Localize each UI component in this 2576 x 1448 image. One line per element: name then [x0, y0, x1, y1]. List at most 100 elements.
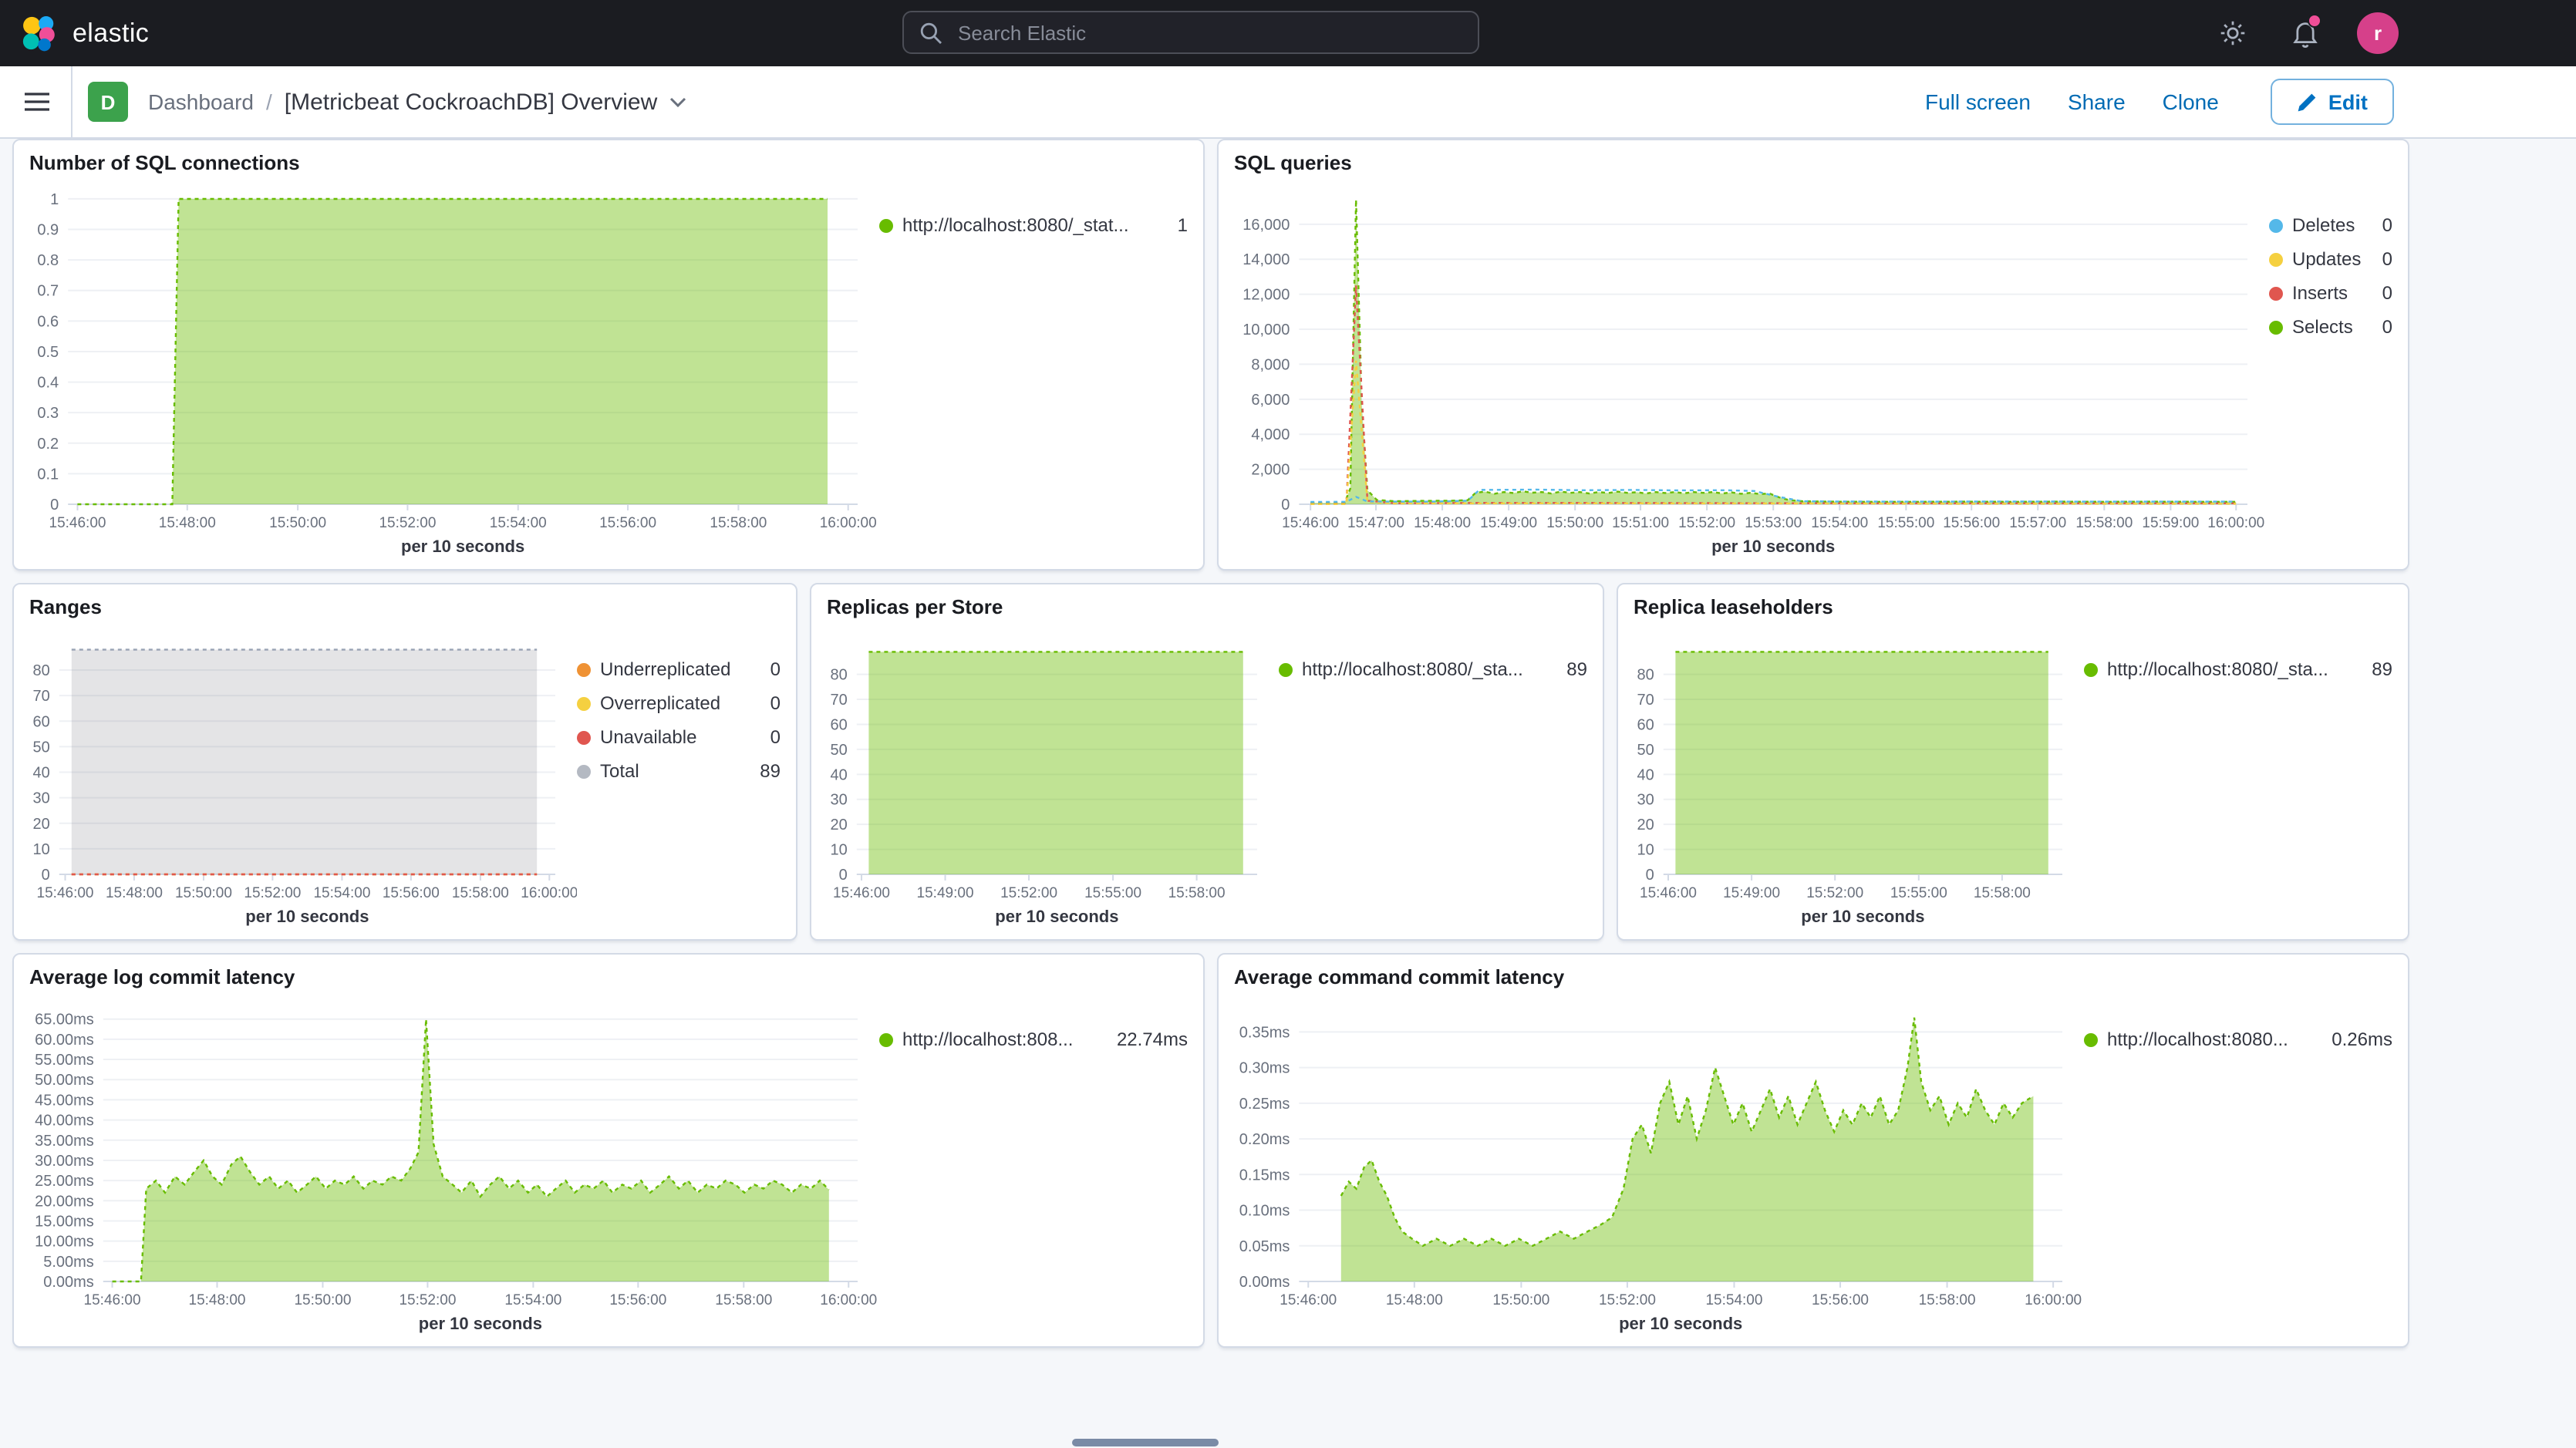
- svg-text:40: 40: [33, 765, 50, 782]
- panel-title: Average log commit latency: [29, 965, 295, 988]
- share-button[interactable]: Share: [2068, 89, 2126, 114]
- chart-area[interactable]: 02,0004,0006,0008,00010,00012,00014,0001…: [1228, 180, 2269, 560]
- svg-text:15:59:00: 15:59:00: [2142, 515, 2199, 531]
- legend-item[interactable]: Deletes0: [2269, 214, 2392, 236]
- elastic-home-link[interactable]: elastic: [19, 0, 149, 66]
- user-avatar[interactable]: r: [2357, 12, 2399, 54]
- clone-button[interactable]: Clone: [2163, 89, 2219, 114]
- chart-svg: 0102030405060708015:46:0015:49:0015:52:0…: [1627, 625, 2084, 930]
- edit-button-label: Edit: [2328, 90, 2368, 113]
- svg-text:16,000: 16,000: [1242, 217, 1290, 234]
- pencil-icon: [2298, 92, 2318, 112]
- legend-label: Deletes: [2292, 214, 2367, 236]
- chart-area[interactable]: 0102030405060708015:46:0015:48:0015:50:0…: [23, 625, 577, 930]
- legend-item[interactable]: Updates0: [2269, 248, 2392, 270]
- svg-text:0.00ms: 0.00ms: [43, 1274, 94, 1291]
- svg-text:5.00ms: 5.00ms: [43, 1254, 94, 1271]
- svg-text:15:58:00: 15:58:00: [2075, 515, 2133, 531]
- gear-icon: [2219, 20, 2245, 46]
- chart-area[interactable]: 00.10.20.30.40.50.60.70.80.9115:46:0015:…: [23, 180, 879, 560]
- chart-area[interactable]: 0102030405060708015:46:0015:49:0015:52:0…: [821, 625, 1279, 930]
- svg-text:10: 10: [831, 842, 848, 859]
- panel-title: SQL queries: [1234, 151, 1352, 174]
- legend-label: Overreplicated: [600, 692, 755, 714]
- svg-text:4,000: 4,000: [1251, 426, 1290, 443]
- toolbar-actions: Full screen Share Clone Edit: [1925, 66, 2394, 137]
- legend-item[interactable]: Unavailable0: [577, 726, 781, 748]
- series-color-dot: [2269, 218, 2283, 232]
- svg-text:45.00ms: 45.00ms: [35, 1092, 94, 1109]
- panel-sql-queries: SQL queries 02,0004,0006,0008,00010,0001…: [1217, 139, 2409, 571]
- legend-item[interactable]: Total89: [577, 760, 781, 782]
- legend-item[interactable]: http://localhost:8080/_stat...1: [879, 214, 1188, 236]
- chart-svg: 02,0004,0006,0008,00010,00012,00014,0001…: [1228, 180, 2269, 560]
- svg-text:14,000: 14,000: [1242, 251, 1290, 268]
- svg-text:60: 60: [831, 716, 848, 733]
- svg-text:50: 50: [831, 742, 848, 759]
- horizontal-scrollbar-thumb[interactable]: [1072, 1439, 1219, 1446]
- chart-svg: 00.10.20.30.40.50.60.70.80.9115:46:0015:…: [23, 180, 879, 560]
- chevron-down-icon[interactable]: [669, 96, 686, 107]
- menu-toggle-button[interactable]: [20, 88, 54, 120]
- chart-area[interactable]: 0.00ms5.00ms10.00ms15.00ms20.00ms25.00ms…: [23, 995, 879, 1337]
- svg-text:0: 0: [50, 497, 59, 514]
- legend-item[interactable]: Underreplicated 0: [577, 658, 781, 680]
- svg-text:15:46:00: 15:46:00: [37, 885, 94, 901]
- legend-item[interactable]: Inserts0: [2269, 282, 2392, 304]
- svg-text:per 10 seconds: per 10 seconds: [1801, 907, 1924, 926]
- svg-text:15.00ms: 15.00ms: [35, 1213, 94, 1230]
- svg-text:70: 70: [831, 692, 848, 709]
- legend-label: Updates: [2292, 248, 2367, 270]
- legend-label: http://localhost:8080/_sta...: [2107, 658, 2356, 680]
- svg-text:15:54:00: 15:54:00: [1811, 515, 1868, 531]
- legend-item[interactable]: Overreplicated0: [577, 692, 781, 714]
- svg-text:30: 30: [33, 790, 50, 807]
- chart-svg: 0102030405060708015:46:0015:49:0015:52:0…: [821, 625, 1279, 930]
- settings-button[interactable]: [2206, 0, 2258, 66]
- svg-text:15:48:00: 15:48:00: [1386, 1292, 1443, 1308]
- notifications-button[interactable]: [2278, 0, 2331, 66]
- series-color-dot: [2084, 662, 2098, 676]
- legend-item[interactable]: http://localhost:8080/_sta...89: [1279, 658, 1587, 680]
- svg-text:15:49:00: 15:49:00: [917, 885, 974, 901]
- svg-text:0.8: 0.8: [37, 252, 59, 269]
- svg-text:25.00ms: 25.00ms: [35, 1173, 94, 1190]
- svg-text:per 10 seconds: per 10 seconds: [1711, 537, 1835, 556]
- chart-legend: http://localhost:8080/_sta...89: [1279, 625, 1587, 930]
- legend-value: 0: [770, 658, 781, 680]
- svg-text:30: 30: [1637, 792, 1654, 809]
- svg-text:15:56:00: 15:56:00: [609, 1292, 666, 1308]
- global-search[interactable]: [902, 11, 1479, 54]
- svg-text:70: 70: [33, 688, 50, 705]
- svg-text:20: 20: [33, 816, 50, 833]
- svg-text:0.20ms: 0.20ms: [1239, 1131, 1290, 1148]
- legend-item[interactable]: Selects0: [2269, 316, 2392, 338]
- svg-text:per 10 seconds: per 10 seconds: [245, 907, 369, 926]
- legend-item[interactable]: http://localhost:808...22.74ms: [879, 1029, 1188, 1050]
- panel-title: Number of SQL connections: [29, 151, 300, 174]
- edit-button[interactable]: Edit: [2271, 79, 2394, 125]
- series-color-dot: [2084, 1032, 2098, 1046]
- search-input[interactable]: [955, 19, 1462, 45]
- svg-text:0.6: 0.6: [37, 313, 59, 330]
- legend-label: Underreplicated: [600, 658, 755, 680]
- svg-text:15:58:00: 15:58:00: [1919, 1292, 1976, 1308]
- chart-area[interactable]: 0.00ms0.05ms0.10ms0.15ms0.20ms0.25ms0.30…: [1228, 995, 2084, 1337]
- panel-title: Average command commit latency: [1234, 965, 1564, 988]
- svg-text:15:46:00: 15:46:00: [49, 515, 106, 531]
- full-screen-button[interactable]: Full screen: [1925, 89, 2031, 114]
- svg-text:15:50:00: 15:50:00: [175, 885, 232, 901]
- chart-legend: http://localhost:8080/_stat...1: [879, 180, 1188, 560]
- svg-text:65.00ms: 65.00ms: [35, 1012, 94, 1029]
- svg-text:0.5: 0.5: [37, 344, 59, 361]
- svg-text:15:58:00: 15:58:00: [715, 1292, 772, 1308]
- legend-item[interactable]: http://localhost:8080...0.26ms: [2084, 1029, 2392, 1050]
- svg-text:15:55:00: 15:55:00: [1084, 885, 1141, 901]
- legend-item[interactable]: http://localhost:8080/_sta...89: [2084, 658, 2392, 680]
- chart-area[interactable]: 0102030405060708015:46:0015:49:0015:52:0…: [1627, 625, 2084, 930]
- panel-title: Replicas per Store: [827, 595, 1003, 618]
- svg-text:15:46:00: 15:46:00: [833, 885, 890, 901]
- breadcrumb-dashboard-link[interactable]: Dashboard: [148, 89, 254, 114]
- svg-text:15:46:00: 15:46:00: [1280, 1292, 1337, 1308]
- svg-text:15:46:00: 15:46:00: [1282, 515, 1339, 531]
